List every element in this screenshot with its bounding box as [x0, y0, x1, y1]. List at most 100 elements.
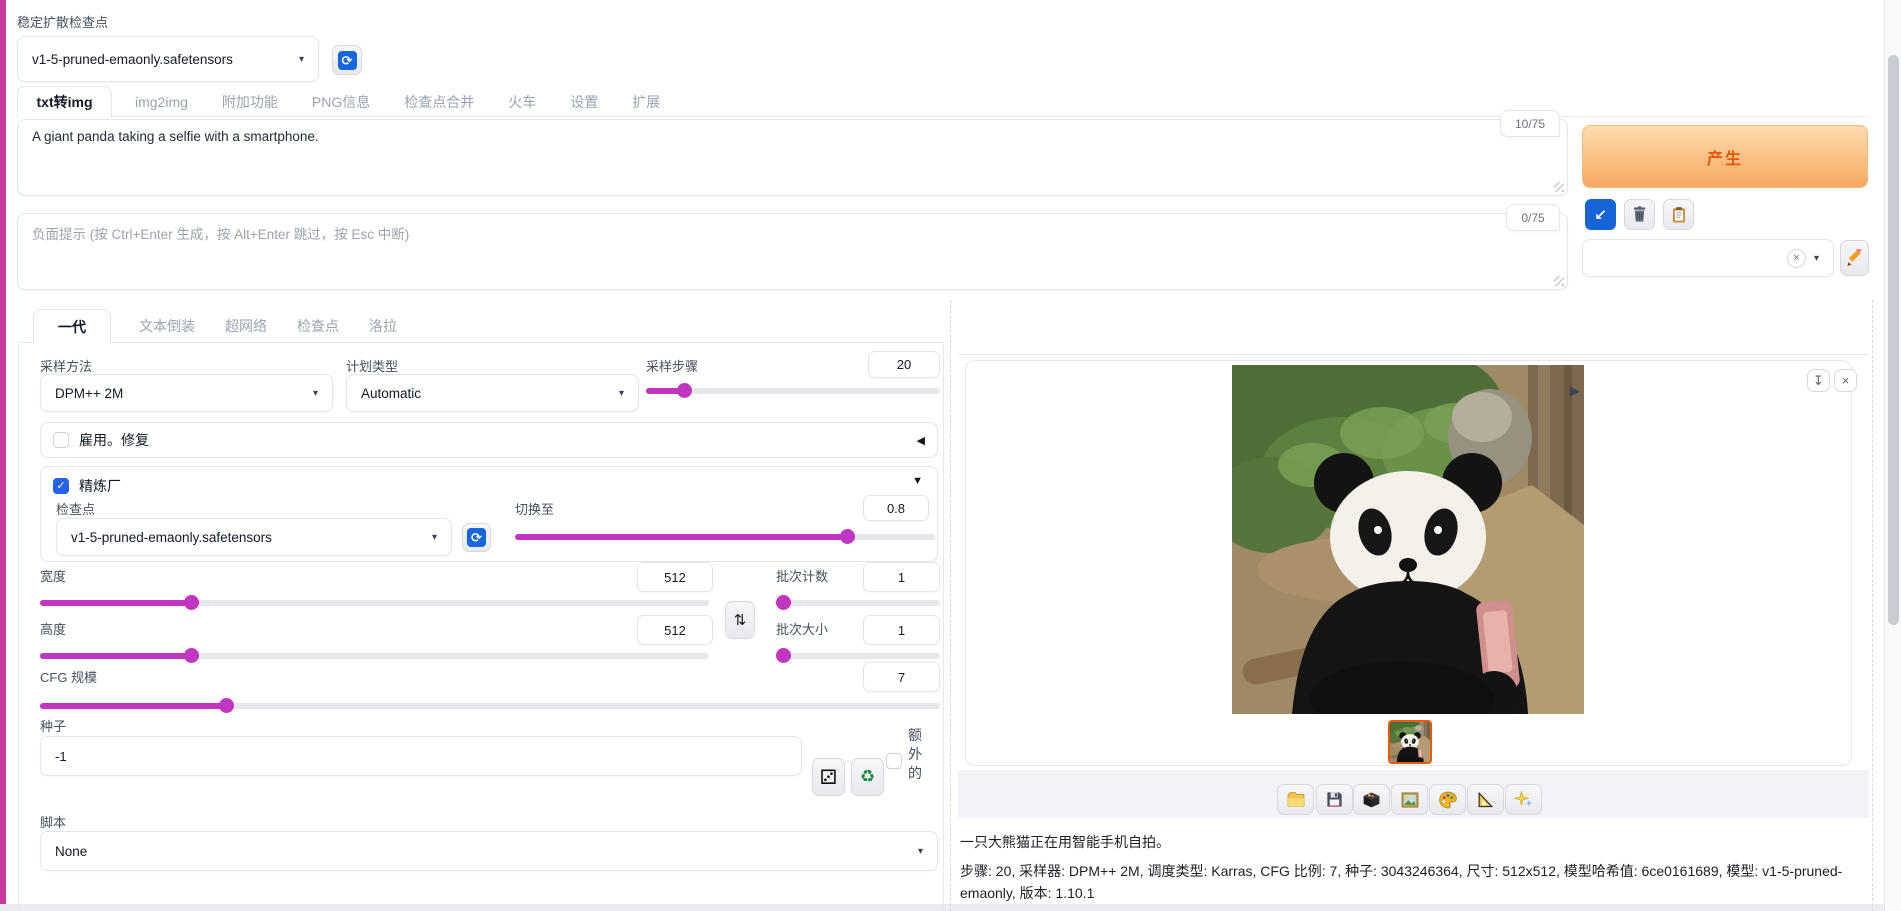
- tab-png-info[interactable]: PNG信息: [312, 92, 370, 112]
- switch-at-slider[interactable]: [515, 529, 935, 545]
- hires-fix-section[interactable]: 雇用。修复 ◀: [40, 422, 938, 458]
- info-params: 步骤: 20, 采样器: DPM++ 2M, 调度类型: Karras, CFG…: [960, 860, 1864, 904]
- open-folder-button[interactable]: [1277, 784, 1314, 815]
- swap-dimensions-button[interactable]: ⇅: [725, 601, 755, 639]
- upscale-button[interactable]: [1505, 784, 1542, 815]
- save-image-button[interactable]: [1316, 784, 1353, 815]
- refresh-checkpoint-button[interactable]: ⟳: [332, 45, 362, 75]
- extra-seed-checkbox[interactable]: [886, 753, 902, 769]
- width-number-box: [637, 562, 713, 592]
- gallery-thumbnail[interactable]: [1388, 720, 1432, 764]
- recycle-icon: ♻: [860, 767, 875, 787]
- refiner-refresh-button[interactable]: ⟳: [462, 523, 491, 552]
- chevron-down-icon: ▾: [313, 388, 318, 399]
- chevron-down-icon: ▾: [619, 388, 624, 399]
- refiner-checkbox[interactable]: ✓: [53, 478, 69, 494]
- send-to-extras-button[interactable]: [1467, 784, 1504, 815]
- width-label: 宽度: [40, 566, 66, 585]
- resize-handle[interactable]: [1554, 276, 1564, 286]
- chevron-down-icon: ▾: [918, 846, 923, 857]
- sampler-dropdown[interactable]: DPM++ 2M▾: [40, 374, 333, 412]
- arrow-down-left-icon: ↙: [1594, 206, 1607, 224]
- main-tab-bar: txt转img img2img 附加功能 PNG信息 检查点合并 火车 设置 扩…: [17, 86, 1868, 117]
- batch-size-input[interactable]: [863, 615, 940, 645]
- tab-txt2img[interactable]: txt转img: [17, 86, 112, 118]
- steps-slider[interactable]: [646, 383, 940, 399]
- apply-styles-button[interactable]: [1663, 199, 1694, 230]
- clear-styles-icon[interactable]: ×: [1787, 249, 1806, 268]
- close-icon: ×: [1842, 373, 1850, 388]
- height-input[interactable]: [637, 615, 713, 645]
- results-top-border: [958, 354, 1869, 355]
- tab-train[interactable]: 火车: [508, 92, 536, 112]
- switch-at-input[interactable]: [863, 495, 929, 521]
- scrollbar-thumb[interactable]: [1888, 55, 1899, 625]
- tab-settings[interactable]: 设置: [570, 92, 598, 112]
- generated-image[interactable]: [1232, 365, 1584, 714]
- gallery-next-icon[interactable]: ▶: [1570, 383, 1580, 399]
- generation-tab-bar: 一代 文本倒装 超网络 检查点 洛拉: [18, 309, 944, 343]
- cfg-slider[interactable]: [40, 698, 940, 714]
- column-resize-divider[interactable]: [950, 300, 951, 911]
- tab-textual-inversion[interactable]: 文本倒装: [139, 316, 195, 336]
- tab-hypernetworks[interactable]: 超网络: [225, 316, 267, 336]
- hires-fix-label: 雇用。修复: [79, 430, 149, 450]
- thumbnail-image: [1390, 722, 1430, 762]
- negative-prompt-input[interactable]: [32, 223, 1553, 280]
- generate-button[interactable]: 产生: [1582, 125, 1868, 188]
- dice-icon: ⚂: [820, 765, 837, 790]
- tab-checkpoints[interactable]: 检查点: [297, 316, 339, 336]
- random-seed-button[interactable]: ⚂: [812, 758, 845, 796]
- clear-prompt-button[interactable]: [1624, 199, 1655, 230]
- styles-dropdown[interactable]: × ▾: [1582, 239, 1834, 277]
- extra-seed-label: 额外的: [908, 726, 925, 783]
- schedule-dropdown[interactable]: Automatic▾: [346, 374, 639, 412]
- tab-extras[interactable]: 附加功能: [222, 92, 278, 112]
- steps-input[interactable]: [868, 351, 940, 378]
- trash-icon: [1630, 205, 1649, 224]
- save-zip-button[interactable]: [1353, 784, 1390, 815]
- cfg-input[interactable]: [863, 662, 940, 692]
- page-scrollbar[interactable]: [1884, 0, 1901, 911]
- steps-label: 采样步骤: [646, 356, 698, 375]
- tab-checkpoint-merger[interactable]: 检查点合并: [404, 92, 474, 112]
- hires-fix-checkbox[interactable]: [53, 432, 69, 448]
- batch-count-slider[interactable]: [776, 595, 940, 611]
- tab-extensions[interactable]: 扩展: [632, 92, 660, 112]
- seed-input[interactable]: [40, 736, 802, 776]
- seed-box: [40, 736, 802, 776]
- tab-lora[interactable]: 洛拉: [369, 316, 397, 336]
- output-toolbar: [958, 770, 1869, 818]
- negative-token-counter: 0/75: [1506, 204, 1560, 231]
- batch-size-label: 批次大小: [776, 619, 828, 638]
- script-label: 脚本: [40, 812, 66, 831]
- negative-prompt-box: [17, 213, 1568, 290]
- refiner-checkpoint-dropdown[interactable]: v1-5-pruned-emaonly.safetensors▾: [56, 518, 452, 556]
- prompt-box: A giant panda taking a selfie with a sma…: [17, 119, 1568, 196]
- tab-img2img[interactable]: img2img: [135, 94, 188, 110]
- collapse-down-icon[interactable]: ▼: [912, 475, 923, 487]
- prompt-input[interactable]: A giant panda taking a selfie with a sma…: [32, 129, 1553, 186]
- paste-params-button[interactable]: ↙: [1585, 199, 1616, 230]
- edit-styles-button[interactable]: [1840, 240, 1869, 276]
- swap-icon: ⇅: [734, 611, 747, 629]
- column-resize-divider-right[interactable]: [1872, 300, 1873, 911]
- reuse-seed-button[interactable]: ♻: [851, 758, 884, 796]
- width-input[interactable]: [637, 562, 713, 592]
- checkpoint-dropdown[interactable]: v1-5-pruned-emaonly.safetensors ▾: [17, 36, 319, 82]
- send-to-img2img-button[interactable]: [1391, 784, 1428, 815]
- info-caption: 一只大熊猫正在用智能手机自拍。: [960, 832, 1864, 852]
- height-slider[interactable]: [40, 648, 709, 664]
- download-icon: ↧: [1813, 373, 1824, 389]
- ruler-icon: [1476, 790, 1495, 809]
- resize-handle[interactable]: [1554, 182, 1564, 192]
- close-image-button[interactable]: ×: [1834, 369, 1857, 392]
- batch-count-input[interactable]: [863, 562, 940, 592]
- width-slider[interactable]: [40, 595, 709, 611]
- download-image-button[interactable]: ↧: [1807, 369, 1830, 392]
- collapse-left-icon[interactable]: ◀: [917, 434, 925, 447]
- send-to-inpaint-button[interactable]: [1429, 784, 1466, 815]
- script-dropdown[interactable]: None▾: [40, 831, 938, 871]
- palette-icon: [1438, 790, 1458, 810]
- tab-generation[interactable]: 一代: [33, 309, 111, 344]
